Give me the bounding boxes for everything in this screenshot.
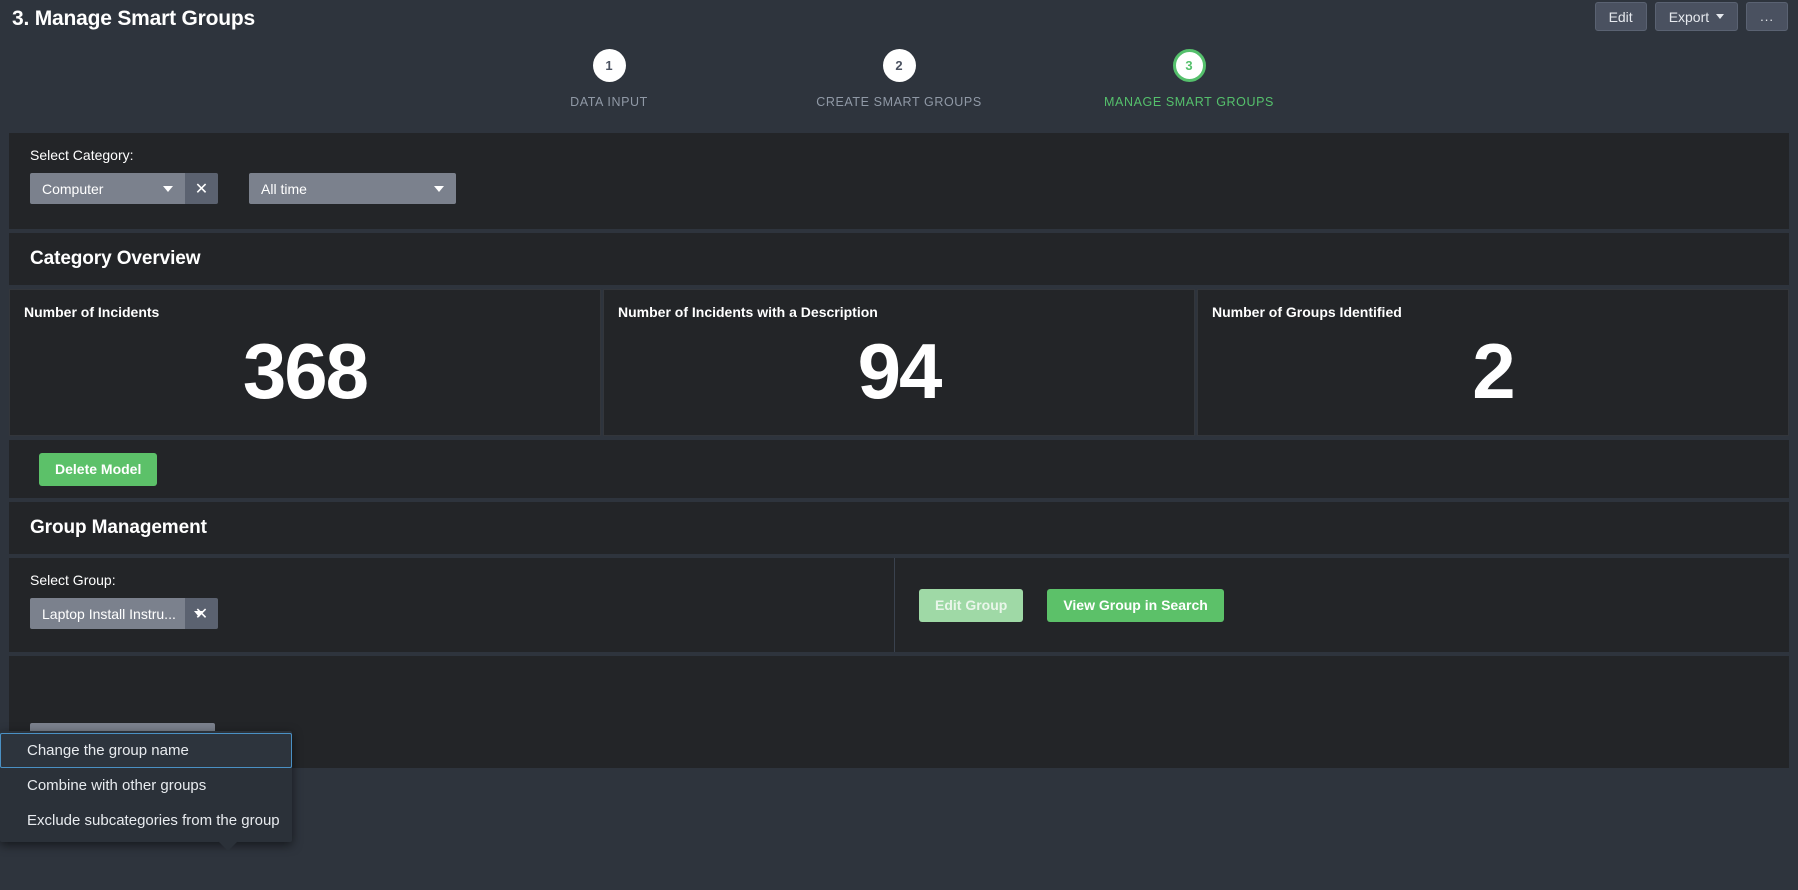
steps-container: 1 DATA INPUT 2 CREATE SMART GROUPS 3 MAN… [519,49,1279,109]
stat-card-value: 94 [857,327,943,415]
group-management-header: Group Management [9,502,1789,554]
filter-panel: Select Category: Computer ✕ All time [9,133,1789,229]
edit-button-label: Edit [1608,8,1633,25]
group-dropdown[interactable]: Laptop Install Instru... [30,598,204,629]
popup-item-change-group-name[interactable]: Change the group name [0,733,292,768]
group-management-title: Group Management [30,517,207,538]
step-1-label: DATA INPUT [570,95,648,109]
clear-category-button[interactable]: ✕ [185,173,218,204]
filter-controls-row: Computer ✕ All time [9,173,1789,204]
category-overview-title: Category Overview [30,248,201,269]
step-2-label: CREATE SMART GROUPS [816,95,982,109]
view-group-in-search-button[interactable]: View Group in Search [1047,588,1224,622]
popup-item-combine-with-other-groups[interactable]: Combine with other groups [0,768,292,803]
stat-cards-row: Number of Incidents 368 Number of Incide… [9,289,1789,436]
chevron-down-icon [193,610,204,617]
edit-group-button[interactable]: Edit Group [919,588,1024,622]
category-dropdown[interactable]: Computer [30,173,185,204]
time-range-dropdown[interactable]: All time [249,173,456,204]
delete-model-button[interactable]: Delete Model [39,452,158,486]
edit-button[interactable]: Edit [1594,2,1647,31]
step-3-circle[interactable]: 3 [1172,49,1206,82]
category-overview-header: Category Overview [9,233,1789,285]
more-options-label: ... [1760,9,1774,24]
group-action-popup-menu: Change the group name Combine with other… [0,731,292,851]
group-management-panel: Select Group: Laptop Install Instru... ✕… [9,558,1789,652]
time-range-value: All time [261,180,307,197]
popup-item-exclude-subcategories[interactable]: Exclude subcategories from the group [0,803,292,838]
step-progress-bar: 1 DATA INPUT 2 CREATE SMART GROUPS 3 MAN… [0,37,1798,133]
chevron-down-icon [163,185,173,192]
group-select-section: Select Group: Laptop Install Instru... ✕ [9,558,895,652]
stat-card-groups-identified: Number of Groups Identified 2 [1197,289,1789,436]
topbar-actions: Edit Export ... [1594,2,1788,31]
category-dropdown-value: Computer [42,180,104,197]
step-create-smart-groups[interactable]: 2 CREATE SMART GROUPS [809,49,989,109]
step-manage-smart-groups[interactable]: 3 MANAGE SMART GROUPS [1099,49,1279,109]
step-2-circle[interactable]: 2 [882,49,916,82]
select-category-label: Select Category: [30,147,134,163]
page-title: 3. Manage Smart Groups [12,6,255,30]
export-button[interactable]: Export [1654,2,1739,31]
top-bar: 3. Manage Smart Groups Edit Export ... [0,0,1798,37]
export-button-label: Export [1668,8,1710,25]
stat-card-incidents-with-description: Number of Incidents with a Description 9… [603,289,1195,436]
delete-model-panel: Delete Model [9,440,1789,498]
category-select-group: Computer ✕ [30,173,218,204]
more-options-button[interactable]: ... [1746,2,1788,31]
stat-card-value: 2 [1472,327,1515,415]
select-group-label: Select Group: [30,572,116,588]
group-select-group: Laptop Install Instru... ✕ [30,598,894,629]
step-3-label: MANAGE SMART GROUPS [1104,95,1274,109]
group-action-buttons: Edit Group View Group in Search [895,558,1789,652]
group-dropdown-value: Laptop Install Instru... [42,605,176,622]
chevron-down-icon [1716,14,1725,19]
step-data-input[interactable]: 1 DATA INPUT [519,49,699,109]
stat-card-value: 368 [242,327,369,415]
step-1-circle[interactable]: 1 [592,49,626,82]
popup-arrow-icon [218,841,238,851]
stat-card-incidents: Number of Incidents 368 [9,289,601,436]
chevron-down-icon [434,185,444,192]
